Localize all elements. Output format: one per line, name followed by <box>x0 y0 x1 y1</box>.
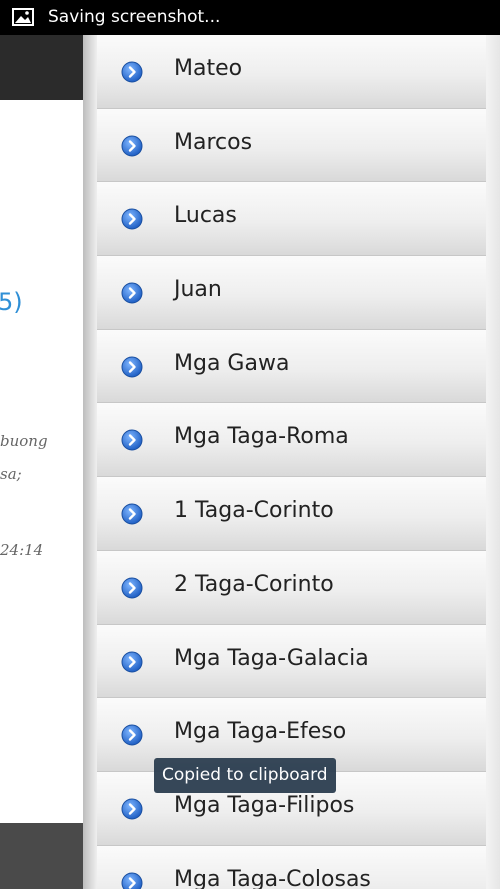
book-label: Mga Gawa <box>174 350 290 376</box>
book-item-2-taga-corinto[interactable]: 2 Taga-Corinto <box>97 550 486 625</box>
chevron-right-circle-icon <box>121 798 143 820</box>
book-label: Mga Taga-Efeso <box>174 719 347 745</box>
clipboard-toast: Copied to clipboard <box>154 758 336 793</box>
book-label: Juan <box>174 277 222 303</box>
book-item-mga-gawa[interactable]: Mga Gawa <box>97 329 486 404</box>
verse-reference: 5) <box>0 288 23 316</box>
verse-text-line: sa; <box>0 465 22 483</box>
book-item-marcos[interactable]: Marcos <box>97 108 486 183</box>
book-item-mga-taga-galacia[interactable]: Mga Taga-Galacia <box>97 624 486 699</box>
book-item-juan[interactable]: Juan <box>97 256 486 330</box>
chevron-right-circle-icon <box>121 577 143 599</box>
background-page: 5) buong sa; 24:14 <box>0 35 83 889</box>
book-item-mateo[interactable]: Mateo <box>97 35 486 109</box>
status-bar: Saving screenshot... <box>0 0 500 35</box>
chevron-right-circle-icon <box>121 282 143 304</box>
book-label: Mga Taga-Galacia <box>174 645 369 671</box>
background-content: 5) buong sa; 24:14 <box>0 100 83 823</box>
book-item-1-taga-corinto[interactable]: 1 Taga-Corinto <box>97 477 486 551</box>
chevron-right-circle-icon <box>121 429 143 451</box>
chevron-right-circle-icon <box>121 135 143 157</box>
book-label: Mga Taga-Colosas <box>174 866 371 889</box>
book-label: 2 Taga-Corinto <box>174 571 334 597</box>
chevron-right-circle-icon <box>121 651 143 672</box>
chevron-right-circle-icon <box>121 61 143 83</box>
verse-text-line: buong <box>0 432 48 450</box>
background-footer <box>0 823 83 889</box>
background-header <box>0 35 83 100</box>
drawer-right-edge <box>486 35 500 889</box>
chevron-right-circle-icon <box>121 503 143 525</box>
book-item-lucas[interactable]: Lucas <box>97 182 486 257</box>
book-label: Marcos <box>174 129 253 155</box>
status-notification-text: Saving screenshot... <box>48 7 221 27</box>
verse-text-line: 24:14 <box>0 541 44 559</box>
book-item-mga-taga-roma[interactable]: Mga Taga-Roma <box>97 403 486 478</box>
image-icon <box>12 8 34 26</box>
chevron-right-circle-icon <box>121 356 143 378</box>
drawer-shadow <box>83 35 97 889</box>
book-label: Lucas <box>174 203 237 229</box>
book-label: Mga Taga-Roma <box>174 424 349 450</box>
chevron-right-circle-icon <box>121 208 143 230</box>
book-label: Mateo <box>174 56 243 81</box>
book-label: Mga Taga-Filipos <box>174 792 355 818</box>
book-item-mga-taga-colosas[interactable]: Mga Taga-Colosas <box>97 845 486 889</box>
chevron-right-circle-icon <box>121 724 143 746</box>
chevron-right-circle-icon <box>121 872 143 889</box>
book-label: 1 Taga-Corinto <box>174 498 334 524</box>
